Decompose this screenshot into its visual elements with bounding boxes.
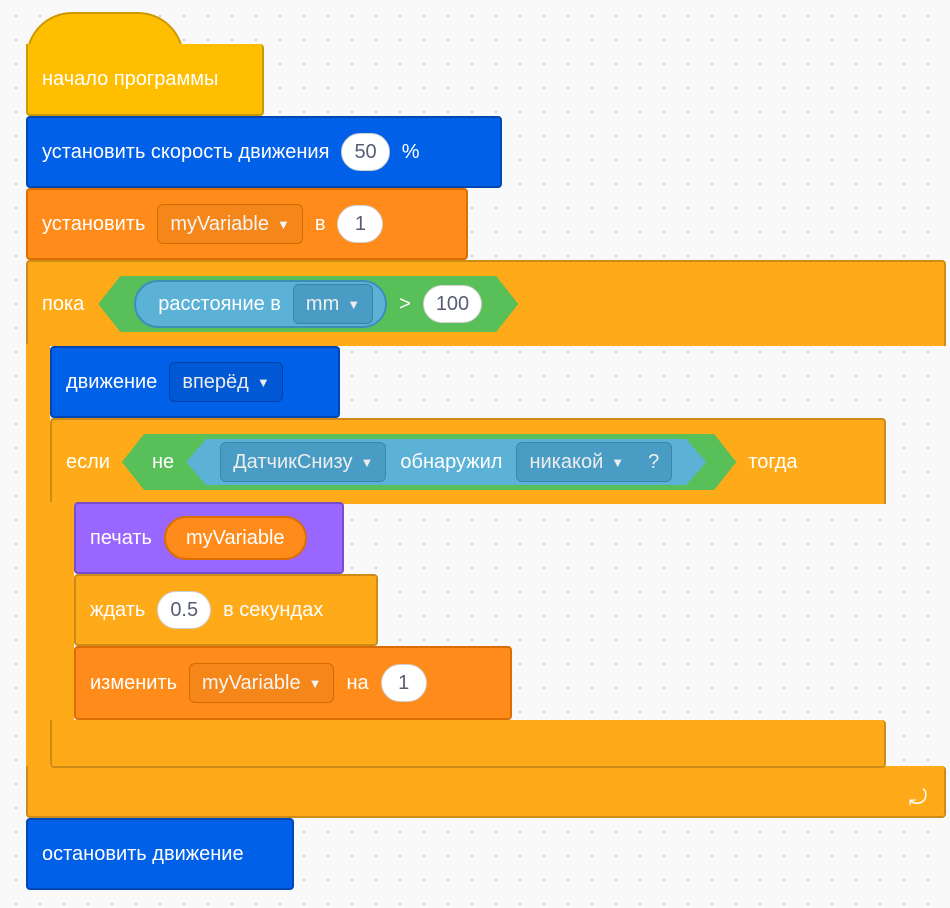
wait-block[interactable]: ждать 0.5 в секундах — [74, 574, 378, 646]
set-speed-label: установить скорость движения — [42, 140, 330, 163]
sensor-dropdown[interactable]: ДатчикСнизу ▼ — [220, 442, 386, 482]
set-variable-label: установить — [42, 212, 146, 235]
loop-arrow-icon: ⤾ — [908, 785, 928, 810]
set-variable-value-input[interactable]: 1 — [337, 205, 384, 243]
unit-dropdown[interactable]: mm ▼ — [293, 284, 373, 324]
start-program-label: начало программы — [42, 67, 219, 90]
print-block[interactable]: печать myVariable — [74, 502, 344, 574]
if-block-footer[interactable] — [50, 720, 886, 768]
distance-label: расстояние в — [158, 292, 281, 315]
wait-unit-label: в секундах — [223, 598, 324, 621]
print-label: печать — [90, 526, 152, 549]
caret-down-icon: ▼ — [308, 675, 322, 691]
question-mark: ? — [648, 450, 660, 473]
wait-label: ждать — [90, 598, 146, 621]
detected-label: обнаружил — [400, 450, 503, 473]
change-variable-block[interactable]: изменить myVariable ▼ на 1 — [74, 646, 512, 720]
while-block-header[interactable]: пока расстояние в mm ▼ > 100 — [26, 260, 946, 346]
if-label: если — [66, 450, 110, 473]
caret-down-icon: ▼ — [276, 216, 290, 232]
sensor-dropdown-value: ДатчикСнизу — [233, 450, 353, 473]
if-block-arm — [50, 502, 74, 722]
while-label: пока — [42, 292, 85, 315]
while-block-arm — [26, 344, 50, 768]
not-operator[interactable]: не ДатчикСнизу ▼ обнаружил никакой ▼ ? — [122, 434, 736, 490]
then-label: тогда — [748, 450, 798, 473]
unit-dropdown-value: mm — [305, 292, 340, 315]
speed-input[interactable]: 50 — [341, 133, 390, 171]
caret-down-icon: ▼ — [256, 374, 270, 390]
set-variable-block[interactable]: установить myVariable ▼ в 1 — [26, 188, 468, 260]
speed-unit: % — [401, 140, 420, 163]
if-block-header[interactable]: если не ДатчикСнизу ▼ обнаружил никакой … — [50, 418, 886, 504]
stop-moving-block[interactable]: остановить движение — [26, 818, 294, 890]
while-block-footer[interactable]: ⤾ — [26, 766, 946, 818]
set-speed-block[interactable]: установить скорость движения 50 % — [26, 116, 502, 188]
change-amount-input[interactable]: 1 — [380, 664, 427, 702]
operator-symbol: > — [399, 292, 411, 315]
change-variable-dropdown[interactable]: myVariable ▼ — [189, 663, 335, 703]
variable-reporter[interactable]: myVariable — [163, 516, 307, 560]
caret-down-icon: ▼ — [360, 454, 374, 470]
variable-dropdown-value: myVariable — [170, 212, 269, 235]
start-program-block[interactable]: начало программы — [26, 44, 264, 116]
color-dropdown-value: никакой — [529, 450, 604, 473]
code-canvas[interactable]: начало программы установить скорость дви… — [0, 0, 950, 908]
comparison-operator[interactable]: расстояние в mm ▼ > 100 — [98, 276, 518, 332]
distance-threshold-input[interactable]: 100 — [423, 285, 482, 323]
caret-down-icon: ▼ — [347, 296, 361, 312]
not-label: не — [151, 450, 175, 473]
stop-moving-label: остановить движение — [42, 842, 244, 865]
move-label: движение — [66, 370, 158, 393]
color-sensor-condition[interactable]: ДатчикСнизу ▼ обнаружил никакой ▼ ? — [186, 439, 706, 485]
direction-dropdown[interactable]: вперёд ▼ — [169, 362, 283, 402]
caret-down-icon: ▼ — [611, 454, 625, 470]
color-dropdown[interactable]: никакой ▼ ? — [516, 442, 672, 482]
change-by-label: на — [346, 671, 369, 694]
change-variable-dropdown-value: myVariable — [202, 671, 301, 694]
wait-seconds-input[interactable]: 0.5 — [157, 591, 212, 629]
move-block[interactable]: движение вперёд ▼ — [50, 346, 340, 418]
variable-dropdown[interactable]: myVariable ▼ — [157, 204, 303, 244]
change-variable-label: изменить — [90, 671, 178, 694]
direction-dropdown-value: вперёд — [182, 370, 249, 393]
distance-reporter[interactable]: расстояние в mm ▼ — [134, 280, 387, 328]
set-variable-to-label: в — [314, 212, 326, 235]
